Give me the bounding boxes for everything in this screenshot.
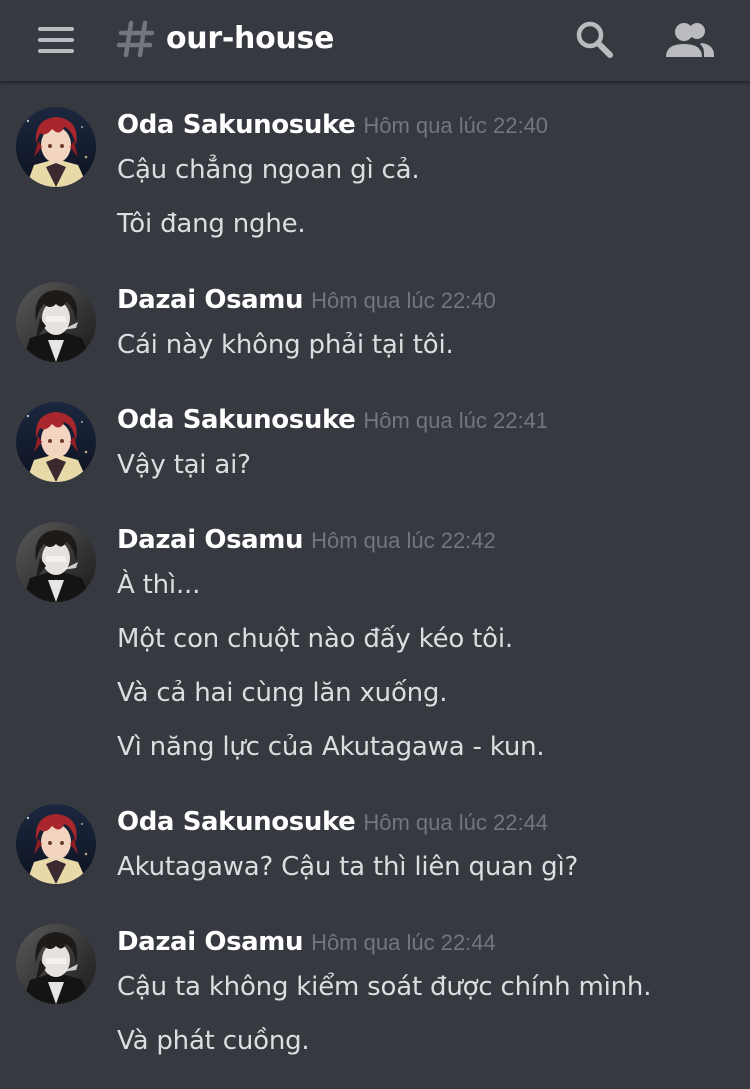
message-header: Dazai Osamu Hôm qua lúc 22:42 [117,522,496,558]
message-text: Tôi đang nghe. [117,209,306,239]
author-name[interactable]: Oda Sakunosuke [117,807,356,837]
message-text: Cậu ta không kiểm soát được chính mình. [117,972,652,1002]
message-text: Cái này không phải tại tôi. [117,330,454,360]
message-text: À thì... [117,570,201,600]
message-text: Và cả hai cùng lăn xuống. [117,678,448,708]
message-text: Vậy tại ai? [117,450,251,480]
dazai-avatar[interactable] [16,522,96,602]
oda-avatar[interactable] [16,804,96,884]
timestamp: Hôm qua lúc 22:40 [311,288,496,313]
message-header: Oda Sakunosuke Hôm qua lúc 22:44 [117,804,548,840]
timestamp: Hôm qua lúc 22:42 [311,528,496,553]
timestamp: Hôm qua lúc 22:44 [363,810,549,835]
timestamp: Hôm qua lúc 22:44 [311,930,496,955]
channel-header: our-house [0,0,750,82]
message-header: Dazai Osamu Hôm qua lúc 22:40 [117,282,496,318]
author-name[interactable]: Oda Sakunosuke [117,110,356,140]
author-name[interactable]: Dazai Osamu [117,927,303,957]
dazai-avatar[interactable] [16,924,96,1004]
oda-avatar[interactable] [16,107,96,187]
hamburger-menu-icon[interactable] [34,22,78,58]
timestamp: Hôm qua lúc 22:40 [363,113,549,138]
message-header: Oda Sakunosuke Hôm qua lúc 22:40 [117,107,548,143]
hash-icon [116,20,155,58]
message-header: Dazai Osamu Hôm qua lúc 22:44 [117,924,496,960]
app-window: our-house Oda Sakunosuke Hôm qua lúc 22:4… [0,0,750,1089]
message-text: Một con chuột nào đấy kéo tôi. [117,624,513,654]
message-text: Và phát cuồng. [117,1026,310,1056]
dazai-avatar[interactable] [16,282,96,362]
oda-avatar[interactable] [16,402,96,482]
channel-name: our-house [166,21,335,56]
message-text: Akutagawa? Cậu ta thì liên quan gì? [117,852,579,882]
author-name[interactable]: Dazai Osamu [117,525,303,555]
search-icon[interactable] [572,17,616,61]
message-text: Vì năng lực của Akutagawa - kun. [117,732,545,762]
message-text: Cậu chẳng ngoan gì cả. [117,155,420,185]
members-icon[interactable] [664,17,716,61]
author-name[interactable]: Dazai Osamu [117,285,303,315]
message-header: Oda Sakunosuke Hôm qua lúc 22:41 [117,402,548,438]
author-name[interactable]: Oda Sakunosuke [117,405,356,435]
timestamp: Hôm qua lúc 22:41 [363,408,549,433]
